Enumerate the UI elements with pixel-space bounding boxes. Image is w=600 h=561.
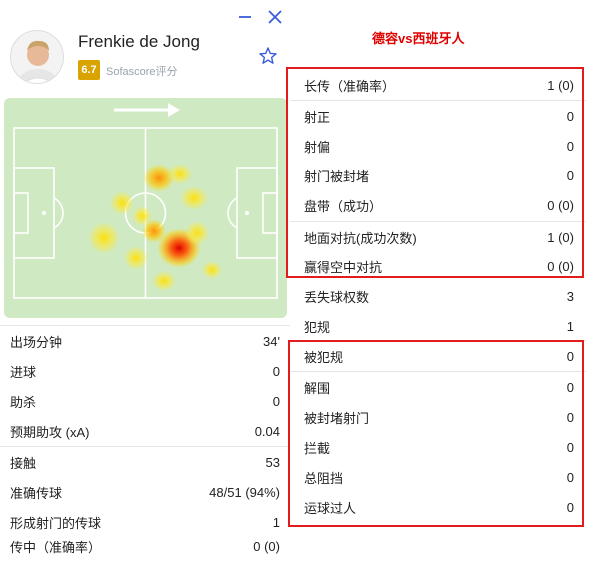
minimize-button[interactable] [236, 8, 254, 26]
stat-value: 1 [272, 514, 280, 530]
stat-row-accurate-passes: 准确传球 48/51 (94%) [10, 477, 280, 507]
rating-label: Sofascore评分 [106, 66, 178, 78]
highlight-box-bottom [288, 340, 584, 527]
heatmap-pitch [4, 98, 287, 318]
stat-value: 0 [272, 393, 280, 409]
player-card: Frenkie de Jong 6.7 Sofascore评分 出场分钟 34'… [0, 0, 290, 561]
stat-value: 0 (0) [253, 538, 280, 554]
stat-label: 形成射门的传球 [10, 515, 102, 531]
stat-value: 3 [566, 288, 574, 304]
stat-value: 34' [263, 333, 280, 349]
close-icon [268, 10, 282, 24]
stat-value: 53 [265, 454, 280, 470]
stat-label: 传中（准确率） [10, 539, 102, 555]
attack-direction-arrow-icon [114, 103, 180, 117]
player-avatar [10, 30, 64, 84]
stat-row-touches: 接触 53 [10, 447, 280, 477]
minimize-icon [239, 16, 251, 18]
stat-label: 准确传球 [10, 485, 63, 501]
player-header: Frenkie de Jong 6.7 Sofascore评分 [0, 0, 290, 96]
stat-label: 丢失球权数 [304, 289, 370, 305]
comparison-title: 德容vs西班牙人 [372, 31, 465, 46]
rating-badge: 6.7 [78, 60, 100, 80]
stat-label: 预期助攻 (xA) [10, 424, 90, 440]
stat-value: 0.04 [254, 423, 280, 439]
stat-value: 0 [272, 363, 280, 379]
stat-row-xa: 预期助攻 (xA) 0.04 [10, 416, 280, 446]
stat-value: 48/51 (94%) [209, 484, 280, 500]
star-icon [259, 47, 277, 64]
stat-label: 出场分钟 [10, 334, 63, 350]
stat-label: 接触 [10, 455, 37, 471]
stat-label: 助杀 [10, 394, 37, 410]
stat-label: 犯规 [304, 319, 331, 335]
stat-row-possession-lost: 丢失球权数 3 [304, 281, 574, 311]
stat-value: 1 [566, 318, 574, 334]
highlight-box-top [286, 67, 584, 278]
favorite-button[interactable] [258, 46, 278, 66]
stat-label: 进球 [10, 364, 37, 380]
stat-row-crosses: 传中（准确率） 0 (0) [10, 531, 280, 561]
player-name: Frenkie de Jong [78, 32, 200, 51]
close-button[interactable] [266, 8, 284, 26]
stat-row-assists: 助杀 0 [10, 386, 280, 416]
stat-row-minutes: 出场分钟 34' [10, 326, 280, 356]
stat-row-fouls: 犯规 1 [304, 311, 574, 341]
stat-row-goals: 进球 0 [10, 356, 280, 386]
stats-panel: 德容vs西班牙人 长传（准确率） 1 (0) 射正 0 射偏 0 射门被封堵 0… [286, 0, 600, 561]
